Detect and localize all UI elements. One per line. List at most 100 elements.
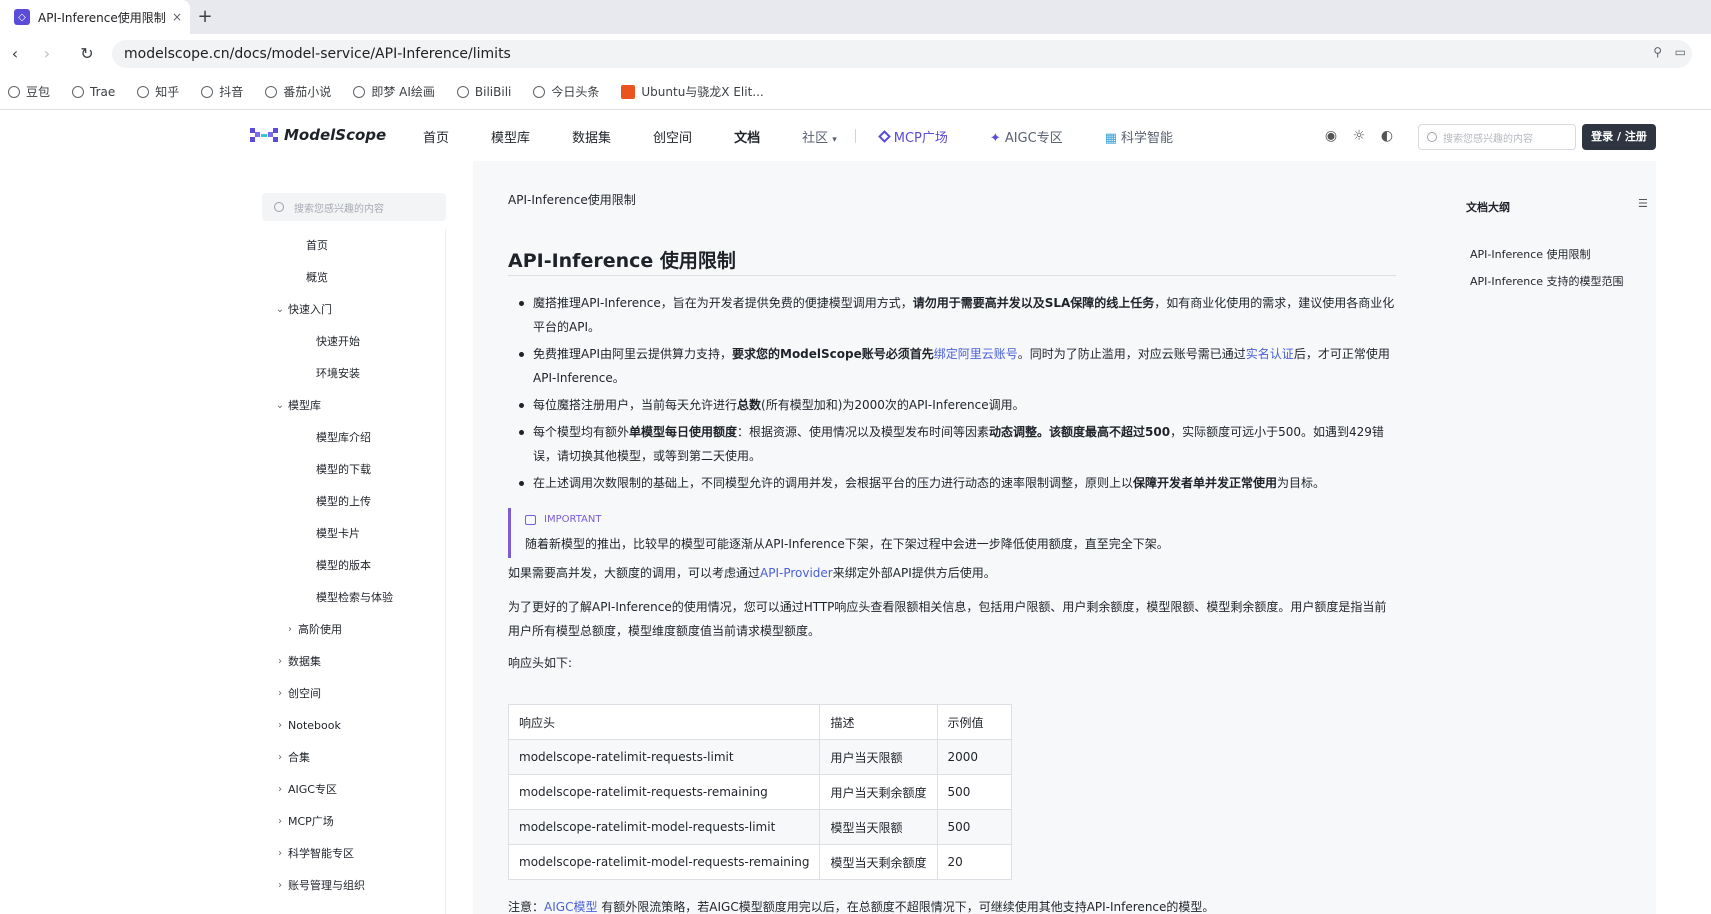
bookmark-item[interactable]: 即梦 AI绘画 — [353, 83, 435, 100]
sidebar-item[interactable]: 模型的版本 — [262, 549, 446, 581]
site-logo[interactable]: ModelScope — [250, 126, 386, 144]
sidebar-item[interactable]: › Notebook — [262, 709, 446, 741]
chevron-down-icon: ⌄ — [275, 303, 285, 315]
login-button[interactable]: 登录 / 注册 — [1582, 124, 1656, 150]
reload-button[interactable]: ↻ — [76, 43, 98, 65]
browser-tab-bar: ◇ API-Inference使用限制 × + — [0, 0, 1711, 34]
sidebar-item[interactable]: 概览 — [262, 261, 446, 293]
chevron-down-icon: ▾ — [832, 134, 837, 145]
aigc-model-link[interactable]: AIGC模型 — [544, 900, 597, 914]
page-title: API-Inference 使用限制 — [508, 250, 736, 272]
bookmark-item[interactable]: 番茄小说 — [265, 83, 331, 100]
sidebar-item[interactable]: 快速开始 — [262, 325, 446, 357]
chevron-right-icon: › — [278, 719, 282, 731]
bookmark-item[interactable]: Ubuntu与骁龙X Elit... — [621, 83, 764, 100]
sidebar-item-label: 模型库介绍 — [316, 431, 371, 444]
zoom-icon[interactable]: ⚲ — [1653, 45, 1662, 59]
address-bar[interactable]: modelscope.cn/docs/model-service/API-Inf… — [112, 40, 1692, 68]
modelscope-favicon-icon: ◇ — [14, 9, 30, 25]
bind-aliyun-link[interactable]: 绑定阿里云账号 — [934, 347, 1018, 361]
chevron-right-icon: › — [278, 783, 282, 795]
sidebar-item[interactable]: ⌄ 模型库 — [262, 389, 446, 421]
url-text: modelscope.cn/docs/model-service/API-Inf… — [124, 46, 511, 62]
language-icon[interactable]: ◐ — [1378, 127, 1396, 145]
chevron-right-icon: › — [278, 655, 282, 667]
sidebar-item[interactable]: 模型库介绍 — [262, 421, 446, 453]
back-button[interactable]: ‹ — [4, 43, 26, 65]
bookmark-item[interactable]: 今日头条 — [533, 83, 599, 100]
outline-menu-icon[interactable]: ☰ — [1638, 197, 1648, 210]
nav-separator — [854, 129, 856, 143]
browser-tab-active[interactable]: ◇ API-Inference使用限制 × — [0, 0, 190, 34]
table-row: modelscope-ratelimit-requests-limit 用户当天… — [507, 739, 1012, 775]
sidebar-item[interactable]: 模型的上传 — [262, 485, 446, 517]
table-header: 示例值 — [936, 704, 1012, 740]
header-search-input[interactable]: 搜索您感兴趣的内容 — [1418, 124, 1576, 150]
forward-button[interactable]: › — [36, 43, 58, 65]
sidebar-item-label: Notebook — [288, 718, 341, 732]
sidebar-item[interactable]: ⌄ 快速入门 — [262, 293, 446, 325]
nav-mcp[interactable]: MCP广场 — [877, 127, 948, 146]
site-header: ModelScope 首页 模型库 数据集 创空间 文档 社区 ▾ MCP广场 … — [0, 111, 1711, 161]
sidebar-item[interactable]: › 合集 — [262, 741, 446, 773]
table-row: modelscope-ratelimit-requests-remaining … — [507, 774, 1012, 810]
table-header: 描述 — [819, 704, 938, 740]
real-name-auth-link[interactable]: 实名认证 — [1246, 347, 1294, 361]
bookmark-item[interactable]: 豆包 — [8, 83, 50, 100]
sidebar-item[interactable]: 模型的下载 — [262, 453, 446, 485]
paragraph: 为了更好的了解API-Inference的使用情况，您可以通过HTTP响应头查看… — [508, 600, 1387, 638]
bookmark-item[interactable]: 抖音 — [201, 83, 243, 100]
sidebar-item[interactable]: › 数据集 — [262, 645, 446, 677]
sidebar-item[interactable]: › 创空间 — [262, 677, 446, 709]
sidebar-item-label: 模型卡片 — [316, 527, 360, 540]
globe-icon — [533, 85, 546, 98]
bookmark-item[interactable]: 知乎 — [137, 83, 179, 100]
outline-link[interactable]: API-Inference 使用限制 — [1470, 246, 1591, 262]
nav-models[interactable]: 模型库 — [491, 127, 530, 146]
sidebar-item[interactable]: › 科学智能专区 — [262, 837, 446, 869]
comment-icon — [525, 514, 536, 525]
nav-home[interactable]: 首页 — [423, 127, 449, 146]
tab-close-icon[interactable]: × — [172, 10, 182, 24]
sidebar-item[interactable]: 模型检索与体验 — [262, 581, 446, 613]
api-provider-link[interactable]: API-Provider — [760, 566, 833, 580]
nav-science[interactable]: ▦ 科学智能 — [1105, 127, 1173, 146]
bookmark-item[interactable]: BiliBili — [456, 85, 511, 99]
sidebar-item[interactable]: 首页 — [262, 229, 446, 261]
list-item: 免费推理API由阿里云提供算力支持，要求您的ModelScope账号必须首先绑定… — [508, 342, 1398, 390]
github-icon[interactable]: ◉ — [1322, 127, 1340, 145]
nav-docs[interactable]: 文档 — [734, 127, 760, 146]
tab-title: API-Inference使用限制 — [38, 10, 166, 25]
list-item: 每个模型均有额外单模型每日使用额度：根据资源、使用情况以及模型发布时间等因素动态… — [508, 420, 1398, 468]
docs-sidebar: 搜索您感兴趣的内容 首页概览 ⌄ 快速入门快速开始环境安装 ⌄ 模型库模型库介绍模型的下… — [262, 161, 446, 914]
sidebar-item[interactable]: 环境安装 — [262, 357, 446, 389]
sidebar-item-label: 高阶使用 — [298, 623, 342, 636]
table-row: modelscope-ratelimit-model-requests-limi… — [507, 809, 1012, 845]
nav-aigc[interactable]: ✦ AIGC专区 — [990, 127, 1063, 146]
title-divider — [508, 275, 1396, 276]
sidebar-item[interactable]: › 账号管理与组织 — [262, 869, 446, 901]
sidebar-search-input[interactable]: 搜索您感兴趣的内容 — [262, 193, 446, 221]
outline-link[interactable]: API-Inference 支持的模型范围 — [1470, 273, 1624, 289]
sidebar-item-label: AIGC专区 — [288, 783, 337, 796]
theme-sun-icon[interactable]: ☼ — [1350, 127, 1368, 145]
search-icon — [274, 202, 284, 212]
limits-list: 魔搭推理API-Inference，旨在为开发者提供免费的便捷模型调用方式，请勿… — [508, 291, 1398, 498]
sidebar-item[interactable]: › 高阶使用 — [262, 613, 446, 645]
chevron-right-icon: › — [278, 847, 282, 859]
new-tab-button[interactable]: + — [194, 6, 216, 28]
sidebar-item[interactable]: › AIGC专区 — [262, 773, 446, 805]
globe-icon — [137, 85, 150, 98]
sidebar-item[interactable]: › MCP广场 — [262, 805, 446, 837]
browser-toolbar: ‹ › ↻ modelscope.cn/docs/model-service/A… — [0, 34, 1711, 74]
sidebar-item[interactable]: 模型卡片 — [262, 517, 446, 549]
extension-icon[interactable]: ▭ — [1675, 45, 1686, 59]
nav-datasets[interactable]: 数据集 — [572, 127, 611, 146]
bookmark-item[interactable]: Trae — [72, 85, 115, 99]
sidebar-item-label: 概览 — [306, 271, 328, 284]
sidebar-item-label: 快速开始 — [316, 335, 360, 348]
callout-text: 随着新模型的推出，比较早的模型可能逐渐从API-Inference下架，在下架过… — [525, 537, 1169, 551]
nav-studios[interactable]: 创空间 — [653, 127, 692, 146]
nav-community[interactable]: 社区 ▾ — [802, 127, 837, 146]
sidebar-item-label: 数据集 — [288, 655, 321, 668]
